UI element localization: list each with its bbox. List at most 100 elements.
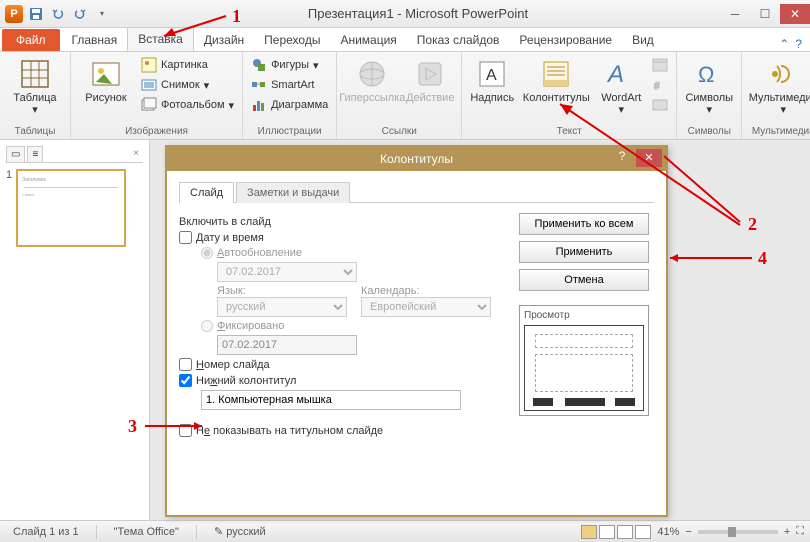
lang-label: Язык: [217,285,357,297]
save-icon[interactable] [26,4,46,24]
headerfooter-button[interactable]: Колонтитулы [520,54,592,104]
tab-home[interactable]: Главная [62,29,128,51]
group-media-label: Мультимедиа [748,125,810,139]
view-reading[interactable] [617,525,633,539]
file-tab[interactable]: Файл [2,29,60,51]
thumb-number: 1 [6,169,12,247]
panel-tab-outline[interactable]: ≡ [27,146,43,162]
redo-icon[interactable] [70,4,90,24]
clipart-button[interactable]: Картинка [139,56,236,74]
panel-close-icon[interactable]: × [129,146,143,162]
help-icon[interactable]: ? [795,37,802,51]
svg-text:A: A [486,67,497,84]
preview-box: Просмотр [519,305,649,416]
wordart-button[interactable]: A WordArt▾ [596,54,646,116]
smartart-button[interactable]: SmartArt [249,76,330,94]
date-fixed-input [217,335,357,355]
autoupdate-radio [201,247,213,259]
datetime-checkbox[interactable] [179,231,192,244]
chart-button[interactable]: Диаграмма [249,96,330,114]
slidenumber-checkbox[interactable] [179,358,192,371]
ribbon-tabs: Файл Главная Вставка Дизайн Переходы Ани… [0,28,810,52]
headerfooter-dialog: Колонтитулы ? ✕ Слайд Заметки и выдачи В… [165,145,668,517]
preview-slide [524,325,644,411]
shapes-button[interactable]: Фигуры ▾ [249,56,330,74]
object-button [650,96,670,114]
table-button[interactable]: Таблица▾ [6,54,64,116]
calendar-label: Календарь: [361,285,491,297]
group-text-label: Текст [468,125,670,139]
tab-transitions[interactable]: Переходы [254,29,330,51]
media-button[interactable]: Мультимедиа▾ [748,54,810,116]
minimize-button[interactable]: ─ [720,4,750,24]
footer-input[interactable] [201,390,461,410]
tab-insert[interactable]: Вставка [127,27,194,51]
group-tables-label: Таблицы [6,125,64,139]
group-illustrations: Фигуры ▾ SmartArt Диаграмма Иллюстрации [243,52,337,139]
notitle-checkbox[interactable] [179,424,192,437]
undo-icon[interactable] [48,4,68,24]
view-slideshow[interactable] [635,525,651,539]
photoalbum-button[interactable]: Фотоальбом ▾ [139,96,236,114]
tab-design[interactable]: Дизайн [194,29,254,51]
group-text: A Надпись Колонтитулы A WordArt▾ # Текст [462,52,677,139]
ribbon-minimize-icon[interactable]: ⌃ [779,37,789,51]
apply-button[interactable]: Применить [519,241,649,263]
textbox-button[interactable]: A Надпись [468,54,516,104]
dialog-title: Колонтитулы ? ✕ [167,147,666,171]
window-buttons: ─ ☐ ✕ [720,4,810,24]
status-theme: "Тема Office" [107,524,186,540]
group-links: Гиперссылка Действие Ссылки [337,52,462,139]
zoom-out-button[interactable]: − [685,526,691,538]
close-button[interactable]: ✕ [780,4,810,24]
maximize-button[interactable]: ☐ [750,4,780,24]
tab-slideshow[interactable]: Показ слайдов [407,29,510,51]
notitle-label: Не показывать на титульном слайде [196,425,383,437]
group-tables: Таблица▾ Таблицы [0,52,71,139]
lang-select: русский [217,297,347,317]
tab-animations[interactable]: Анимация [330,29,406,51]
tab-view[interactable]: Вид [622,29,664,51]
fixed-label: Фиксировано [217,320,284,332]
group-media: Мультимедиа▾ Мультимедиа [742,52,810,139]
view-normal[interactable] [581,525,597,539]
slide-thumbnail[interactable]: Заголовок • текст [16,169,126,247]
group-images-label: Изображения [77,125,236,139]
picture-button[interactable]: Рисунок [77,54,135,104]
status-lang[interactable]: ✎ русский [207,523,273,540]
datetime-button [650,56,670,74]
dialog-close-button[interactable]: ✕ [636,149,662,167]
calendar-select: Европейский [361,297,491,317]
view-sorter[interactable] [599,525,615,539]
zoom-fit-button[interactable]: ⛶ [796,525,804,538]
group-images: Рисунок Картинка Снимок ▾ Фотоальбом ▾ И… [71,52,243,139]
titlebar: P ▾ Презентация1 - Microsoft PowerPoint … [0,0,810,28]
include-label: Включить в слайд [179,216,500,228]
slidenumber-label: Номер слайда [196,359,270,371]
symbols-button[interactable]: Ω Символы▾ [683,54,735,116]
zoom-slider[interactable] [698,530,778,534]
qat-customize-icon[interactable]: ▾ [92,4,112,24]
footer-checkbox[interactable] [179,374,192,387]
autoupdate-label: Автообновление [217,247,302,259]
dialog-tab-slide[interactable]: Слайд [179,182,234,203]
group-links-label: Ссылки [343,125,455,139]
panel-tab-slides[interactable]: ▭ [6,146,25,162]
apply-all-button[interactable]: Применить ко всем [519,213,649,235]
statusbar: Слайд 1 из 1 "Тема Office" ✎ русский 41%… [0,520,810,542]
dialog-tab-notes[interactable]: Заметки и выдачи [236,182,350,203]
action-button: Действие [405,54,455,104]
screenshot-button[interactable]: Снимок ▾ [139,76,236,94]
status-slide: Слайд 1 из 1 [6,524,86,540]
slide-panel: ▭ ≡ × 1 Заголовок • текст [0,140,150,520]
group-symbols: Ω Символы▾ Символы [677,52,742,139]
zoom-in-button[interactable]: + [784,526,790,538]
svg-text:#: # [654,81,660,92]
tab-review[interactable]: Рецензирование [509,29,622,51]
zoom-value[interactable]: 41% [657,526,679,538]
window-title: Презентация1 - Microsoft PowerPoint [116,6,720,21]
slidenumber-button: # [650,76,670,94]
cancel-button[interactable]: Отмена [519,269,649,291]
dialog-help-button[interactable]: ? [612,149,632,167]
view-buttons [581,525,651,539]
